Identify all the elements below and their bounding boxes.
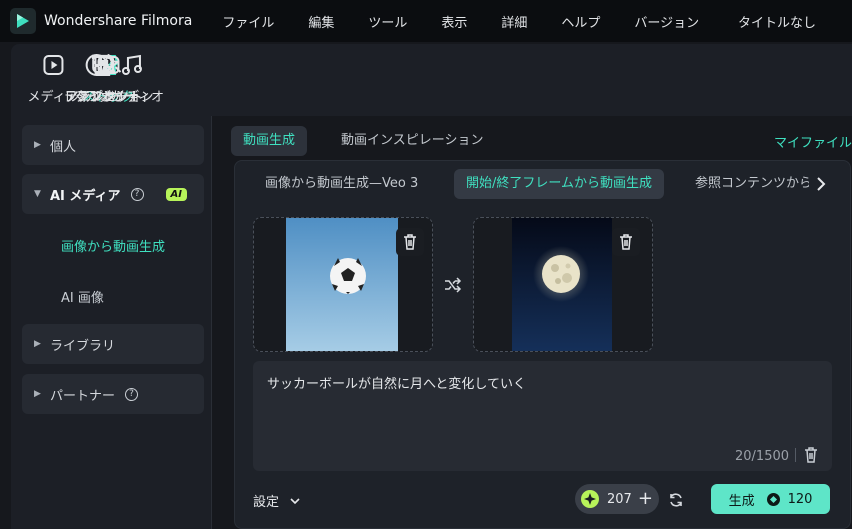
settings-label: 設定 xyxy=(253,495,280,510)
character-count: 20/1500 xyxy=(735,449,790,464)
generation-card: 画像から動画生成—Veo 3 開始/終了フレームから動画生成 参照コンテンツから xyxy=(234,160,851,529)
sidebar-label: パートナー xyxy=(50,388,116,404)
app-name: Wondershare Filmora xyxy=(44,13,193,29)
sidebar-item-partner[interactable]: ▶ パートナー ? xyxy=(22,374,204,414)
help-icon[interactable]: ? xyxy=(130,187,144,201)
caret-right-icon: ▶ xyxy=(34,339,41,349)
toolbar-label: テンプレート xyxy=(64,90,142,105)
prompt-input[interactable]: サッカーボールが自然に月へと変化していく 20/1500 xyxy=(253,361,832,471)
credits-balance[interactable]: 207 + xyxy=(575,484,659,514)
swap-frames-icon[interactable] xyxy=(444,277,462,293)
credit-coin-icon xyxy=(766,492,780,506)
title-bar: Wondershare Filmora ファイル 編集 ツール 表示 詳細 ヘル… xyxy=(0,0,852,42)
sidebar-item-personal[interactable]: ▶ 個人 xyxy=(22,125,204,165)
template-icon xyxy=(92,55,114,76)
help-icon[interactable]: ? xyxy=(125,387,139,401)
stock-sidebar: ▶ 個人 ▼ AI メディア ? AI 画像から動画生成 AI 画像 ▶ ライブ… xyxy=(11,116,211,529)
clear-prompt-icon[interactable] xyxy=(804,447,818,463)
media-toolbar: メディア ストック オーディオ タイトル トランジション エフェクト フィルター… xyxy=(11,44,852,116)
menu-advanced[interactable]: 詳細 xyxy=(501,12,527,31)
menu-edit[interactable]: 編集 xyxy=(308,12,334,31)
sidebar-item-ai-media[interactable]: ▼ AI メディア ? AI xyxy=(22,174,204,214)
generate-button[interactable]: 生成 120 xyxy=(711,484,830,514)
start-frame-slot[interactable] xyxy=(253,217,433,352)
my-files-link[interactable]: マイファイル xyxy=(774,132,852,151)
credit-coin-icon xyxy=(581,490,599,508)
caret-right-icon: ▶ xyxy=(34,389,41,399)
subtab-reference-content[interactable]: 参照コンテンツから xyxy=(683,169,809,199)
refresh-icon[interactable] xyxy=(668,492,684,508)
settings-dropdown[interactable]: 設定 xyxy=(253,491,301,510)
plus-icon[interactable]: + xyxy=(638,490,653,508)
trash-icon xyxy=(404,234,416,250)
menu-version[interactable]: バージョン xyxy=(634,12,699,31)
menu-view[interactable]: 表示 xyxy=(441,12,467,31)
chevron-down-icon xyxy=(290,497,300,504)
ai-badge: AI xyxy=(165,187,187,201)
sidebar-label: AI メディア xyxy=(50,188,121,204)
subtab-image-to-video-veo3[interactable]: 画像から動画生成—Veo 3 xyxy=(253,169,430,199)
credits-count: 207 xyxy=(607,491,632,507)
sidebar-item-ai-image[interactable]: AI 画像 xyxy=(61,287,104,306)
delete-end-frame-button[interactable] xyxy=(612,228,640,256)
tab-video-inspiration[interactable]: 動画インスピレーション xyxy=(329,126,495,156)
moon-image xyxy=(512,218,612,351)
menu-file[interactable]: ファイル xyxy=(222,12,274,31)
prompt-text: サッカーボールが自然に月へと変化していく xyxy=(267,377,526,392)
delete-start-frame-button[interactable] xyxy=(396,228,424,256)
sidebar-item-library[interactable]: ▶ ライブラリ xyxy=(22,324,204,364)
filmora-logo-icon xyxy=(10,8,36,34)
chevron-right-icon[interactable] xyxy=(813,174,829,194)
soccer-ball-image xyxy=(286,218,398,351)
sidebar-label: 個人 xyxy=(50,139,77,155)
generate-cost: 120 xyxy=(787,491,813,507)
generate-label: 生成 xyxy=(728,493,755,509)
sidebar-label: ライブラリ xyxy=(50,338,116,354)
menu-bar: ファイル 編集 ツール 表示 詳細 ヘルプ バージョン xyxy=(222,12,733,31)
menu-tools[interactable]: ツール xyxy=(368,12,407,31)
caret-right-icon: ▶ xyxy=(34,140,41,150)
menu-help[interactable]: ヘルプ xyxy=(561,12,600,31)
sidebar-item-image-to-video[interactable]: 画像から動画生成 xyxy=(61,236,165,255)
trash-icon xyxy=(620,234,632,250)
tab-video-generation[interactable]: 動画生成 xyxy=(231,126,308,156)
end-frame-slot[interactable] xyxy=(473,217,653,352)
ai-video-panel: 動画生成 動画インスピレーション マイファイル 画像から動画生成—Veo 3 開… xyxy=(211,116,852,529)
caret-down-icon: ▼ xyxy=(34,189,41,199)
subtab-start-end-frame[interactable]: 開始/終了フレームから動画生成 xyxy=(454,169,664,199)
document-title[interactable]: タイトルなし xyxy=(738,12,816,31)
divider xyxy=(795,448,796,462)
